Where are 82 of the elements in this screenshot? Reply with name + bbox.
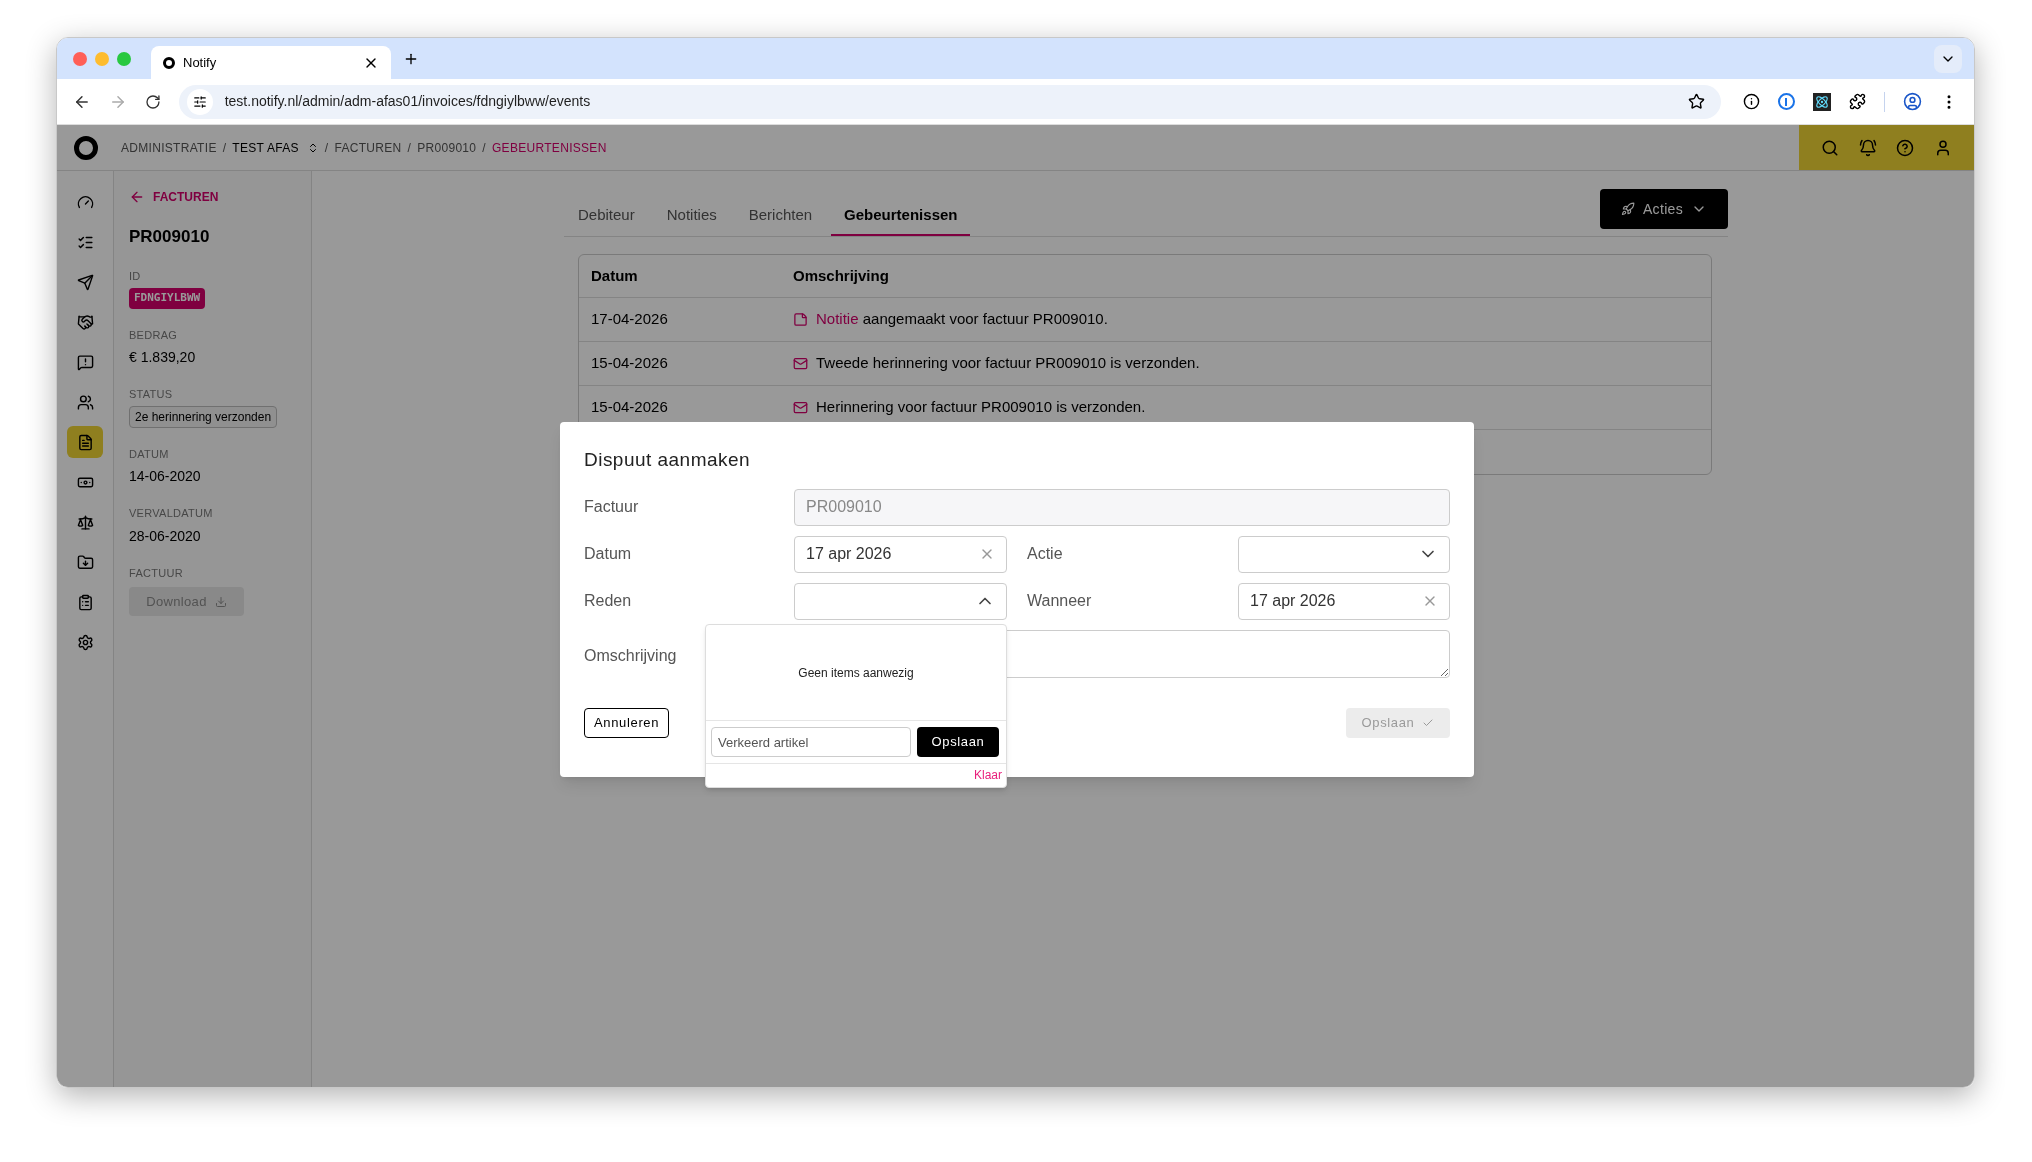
new-reason-input[interactable]: Verkeerd artikel — [711, 727, 911, 757]
breadcrumb-link[interactable]: PR009010 — [417, 138, 477, 157]
table-cell-text: 17-04-2026 — [590, 309, 669, 330]
tab-list-button[interactable] — [1934, 45, 1962, 73]
field-label: FACTUUR — [129, 565, 184, 581]
note-icon — [793, 312, 808, 327]
breadcrumb-current: GEBEURTENISSEN — [491, 139, 607, 157]
folder-download-icon — [76, 553, 94, 571]
note-link[interactable]: Notitie — [816, 310, 859, 328]
date-field[interactable]: 17 apr 2026 — [794, 535, 1007, 573]
dialog-title: Dispuut aanmaken — [584, 448, 752, 472]
message-alert-icon — [76, 353, 94, 371]
form-label: Actie — [1027, 544, 1064, 564]
event-description: Notitie aangemaakt voor factuur PR009010. — [816, 309, 1108, 330]
react-devtools-icon[interactable] — [1813, 92, 1831, 111]
tab[interactable]: Debiteur — [565, 203, 648, 236]
gauge-icon — [76, 193, 94, 211]
password-manager-icon[interactable] — [1778, 93, 1795, 110]
field-label: DATUM — [129, 446, 170, 462]
invoice-field: PR009010 — [794, 488, 1450, 526]
settings-icon — [76, 633, 94, 651]
form-label: Reden — [584, 591, 633, 611]
scale-icon — [76, 513, 94, 531]
help-icon[interactable] — [1896, 138, 1915, 157]
file-icon — [76, 433, 94, 451]
field-label: STATUS — [129, 387, 174, 402]
form-label: Wanneer — [1027, 591, 1093, 611]
add-reason-button[interactable]: Opslaan — [917, 727, 999, 757]
cancel-button[interactable]: Annuleren — [584, 707, 670, 738]
breadcrumb-link[interactable]: FACTUREN — [334, 138, 402, 157]
empty-message: Geen items aanwezig — [798, 664, 914, 682]
actions-button[interactable]: Acties — [1600, 189, 1728, 229]
rocket-icon — [1620, 202, 1635, 216]
tab[interactable]: Gebeurtenissen — [831, 203, 971, 236]
extensions-icon[interactable] — [1849, 93, 1866, 110]
site-settings-icon[interactable] — [186, 88, 213, 115]
breadcrumb-link[interactable]: TEST AFAS — [232, 138, 299, 157]
status-badge: 2e herinnering verzonden — [129, 405, 278, 428]
search-icon[interactable] — [1820, 138, 1839, 157]
mail-icon — [793, 400, 808, 415]
reload-icon[interactable] — [144, 93, 161, 110]
nav-item[interactable] — [67, 426, 103, 458]
invoice-id-badge: FDNGIYLBWW — [129, 288, 206, 309]
bookmark-star-icon[interactable] — [1688, 93, 1705, 110]
done-link[interactable]: Klaar — [974, 766, 1002, 784]
field-label: ID — [129, 268, 142, 284]
field-value: € 1.839,20 — [129, 348, 197, 367]
download-icon — [214, 595, 227, 608]
users-icon — [76, 393, 94, 411]
form-label: Factuur — [584, 497, 640, 517]
address-bar[interactable]: test.notify.nl/admin/adm-afas01/invoices/fdngiylbww/events — [178, 84, 1721, 119]
notification-bell-icon[interactable] — [1858, 138, 1877, 157]
form-label: Omschrijving — [584, 645, 678, 666]
browser-tab[interactable]: Notify — [151, 46, 391, 79]
clipboard-icon — [76, 593, 94, 611]
breadcrumb-separator: / — [407, 139, 412, 157]
breadcrumb-separator: / — [324, 139, 329, 157]
column-header: Omschrijving — [793, 265, 889, 286]
table-cell-text: 15-04-2026 — [590, 397, 669, 418]
when-field[interactable]: 17 apr 2026 — [1238, 582, 1450, 620]
send-icon — [76, 273, 94, 291]
field-value: 28-06-2020 — [129, 526, 202, 546]
profile-icon[interactable] — [1903, 92, 1922, 111]
event-description: Herinnering voor factuur PR009010 is verzonden. — [816, 397, 1146, 418]
table-cell-text: 15-04-2026 — [590, 353, 669, 374]
event-description: Tweede herinnering voor factuur PR009010 is verzonden. — [816, 353, 1200, 374]
tab[interactable]: Berichten — [735, 203, 826, 236]
mail-icon — [793, 356, 808, 371]
field-label: BEDRAG — [129, 327, 179, 343]
field-value: 14-06-2020 — [129, 467, 202, 486]
app-logo-icon — [163, 56, 175, 69]
invoice-number: PR009010 — [129, 226, 211, 248]
breadcrumb-link[interactable]: ADMINISTRATIE — [121, 138, 217, 157]
form-label: Datum — [584, 544, 633, 564]
back-link[interactable]: FACTUREN — [129, 188, 311, 206]
tab[interactable]: Notities — [653, 203, 730, 236]
column-header: Datum — [590, 265, 639, 286]
breadcrumb-separator: / — [222, 139, 227, 157]
breadcrumb-separator: / — [482, 139, 486, 157]
handshake-icon — [76, 313, 94, 331]
field-label: VERVALDATUM — [129, 506, 214, 521]
app-logo-icon[interactable] — [73, 135, 98, 160]
